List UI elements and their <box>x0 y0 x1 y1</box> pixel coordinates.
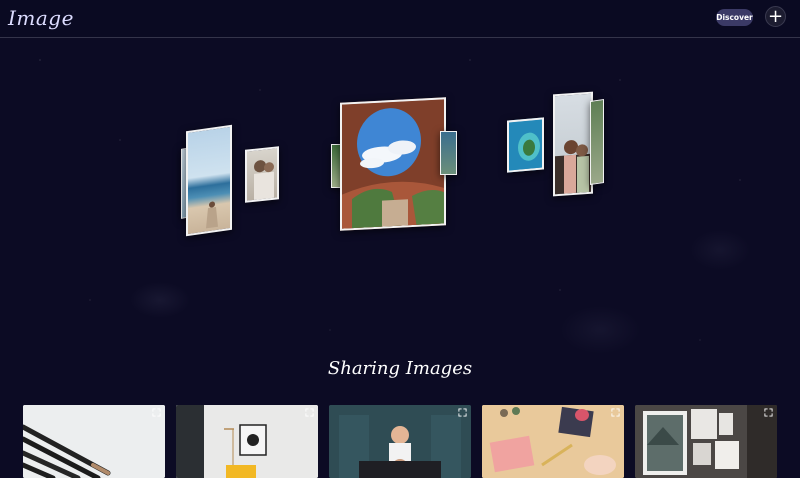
father-child-image <box>329 405 471 478</box>
top-navbar: Image Discover + <box>0 0 800 38</box>
expand-icon[interactable] <box>152 408 161 417</box>
image-card[interactable] <box>482 405 624 478</box>
carousel-photo-couple-paris[interactable] <box>553 91 593 197</box>
plus-icon: + <box>767 5 784 27</box>
image-grid <box>23 405 778 478</box>
image-card[interactable] <box>176 405 318 478</box>
interior-image <box>176 405 318 478</box>
gallery-wall-image <box>635 405 777 478</box>
carousel-photo-couple[interactable] <box>245 146 279 203</box>
expand-icon[interactable] <box>764 408 773 417</box>
section-title: Sharing Images <box>327 358 473 379</box>
expand-icon[interactable] <box>611 408 620 417</box>
carousel-photo-blue-right[interactable] <box>440 131 457 175</box>
brushes-image <box>23 405 165 478</box>
beach-woman-figure <box>206 201 218 229</box>
couple-figures <box>254 160 274 203</box>
image-card[interactable] <box>23 405 165 478</box>
image-carousel[interactable] <box>0 38 800 338</box>
carousel-photo-right-edge[interactable] <box>590 99 604 185</box>
add-button[interactable]: + <box>765 6 786 27</box>
couple-paris-image <box>555 140 593 197</box>
image-card[interactable] <box>635 405 777 478</box>
carousel-photo-canyon[interactable] <box>340 97 446 231</box>
discover-button[interactable]: Discover <box>716 9 753 26</box>
crafts-image <box>482 405 624 478</box>
logo[interactable]: Image <box>8 6 74 30</box>
expand-icon[interactable] <box>458 408 467 417</box>
carousel-photo-beach-woman[interactable] <box>186 124 232 237</box>
aerial-island-image <box>509 119 544 173</box>
canyon-arch-image <box>342 99 446 231</box>
image-card[interactable] <box>329 405 471 478</box>
expand-icon[interactable] <box>305 408 314 417</box>
carousel-photo-aerial-island[interactable] <box>507 117 544 173</box>
